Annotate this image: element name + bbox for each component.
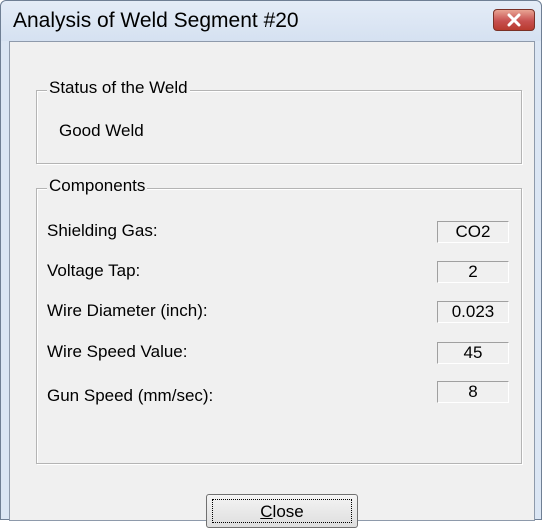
gun-speed-label: Gun Speed (mm/sec): [47,386,214,405]
window-title: Analysis of Weld Segment #20 [13,9,299,32]
voltage-tap-label: Voltage Tap: [47,261,141,280]
close-x-icon [507,13,521,27]
components-group-legend: Components [47,176,148,196]
components-groupbox: Components Shielding Gas: CO2 Voltage Ta… [36,176,522,464]
shielding-gas-label: Shielding Gas: [47,221,158,240]
window-close-button[interactable] [493,9,535,31]
voltage-tap-value: 2 [437,261,509,283]
wire-diameter-value: 0.023 [437,301,509,323]
wire-speed-label: Wire Speed Value: [47,342,188,361]
status-group-legend: Status of the Weld [47,78,190,98]
shielding-gas-value: CO2 [437,221,509,243]
gun-speed-value: 8 [437,381,509,403]
close-button[interactable]: Close [206,494,358,528]
status-groupbox: Status of the Weld Good Weld [36,78,522,164]
close-button-label: Close [212,499,352,523]
title-bar[interactable]: Analysis of Weld Segment #20 [1,1,541,41]
weld-status-text: Good Weld [59,121,144,140]
dialog-client-area: Status of the Weld Good Weld Components … [9,41,535,528]
wire-speed-value: 45 [437,342,509,364]
dialog-window: Analysis of Weld Segment #20 Status of t… [0,0,542,528]
wire-diameter-label: Wire Diameter (inch): [47,301,208,320]
